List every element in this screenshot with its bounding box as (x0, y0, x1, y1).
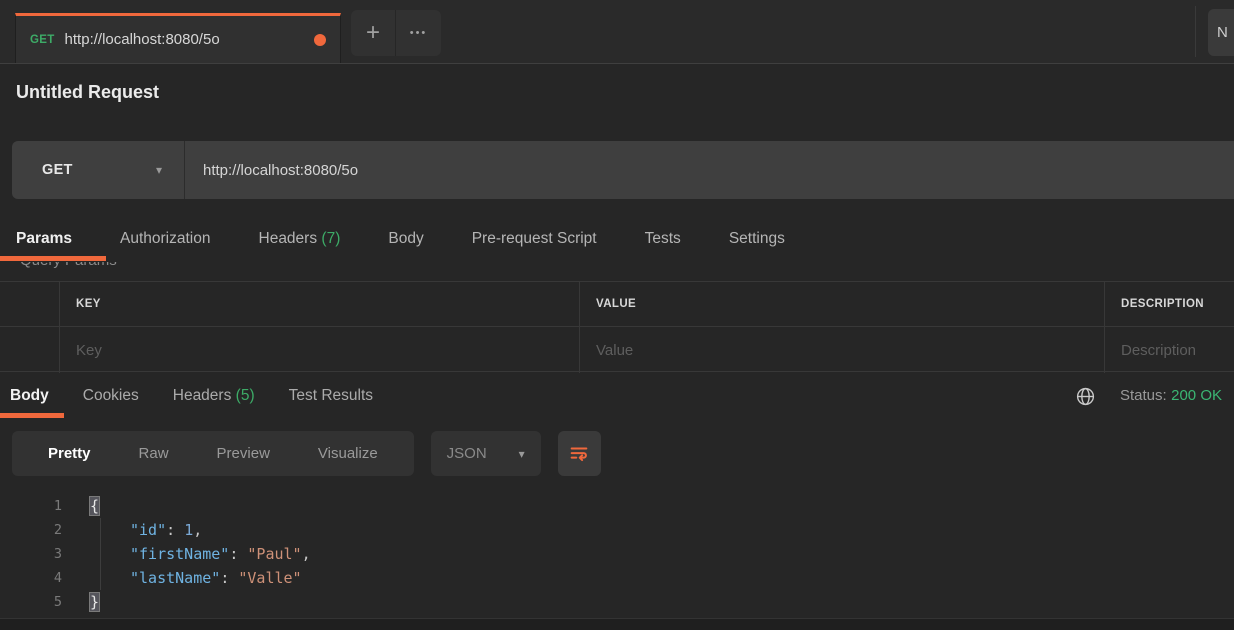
request-tab-active[interactable]: GET http://localhost:8080/5o (15, 13, 341, 63)
request-title[interactable]: Untitled Request (16, 82, 159, 103)
more-tabs-button[interactable]: ••• (396, 10, 441, 56)
query-params-label-clipped: Query Params (20, 262, 220, 271)
new-tab-button[interactable]: + (351, 10, 396, 56)
tab-body[interactable]: Body (388, 230, 423, 248)
response-toolbar: Pretty Raw Preview Visualize JSON ▾ (12, 431, 601, 476)
tab-title: http://localhost:8080/5o (65, 31, 306, 48)
response-tab-cookies[interactable]: Cookies (83, 387, 139, 405)
column-header-key: KEY (60, 282, 580, 326)
params-table-header-row: KEY VALUE DESCRIPTION (0, 282, 1234, 327)
tab-pre-request-script[interactable]: Pre-request Script (472, 230, 597, 248)
footer-strip (0, 618, 1234, 630)
active-tab-underline (0, 256, 106, 261)
status-value[interactable]: 200 OK (1171, 387, 1222, 404)
tab-strip: GET http://localhost:8080/5o + ••• N (0, 0, 1234, 64)
method-select-value: GET (42, 162, 73, 178)
format-select-value: JSON (447, 445, 487, 462)
tab-params[interactable]: Params (16, 230, 72, 248)
method-select[interactable]: GET ▾ (12, 141, 185, 199)
line-number: 2 (0, 518, 62, 542)
tab-method-label: GET (30, 34, 55, 46)
network-globe-icon[interactable] (1075, 386, 1096, 407)
key-input[interactable]: Key (60, 327, 580, 373)
view-preview-button[interactable]: Preview (217, 445, 270, 462)
status-label: Status: (1120, 387, 1167, 404)
code-line: 5 } (0, 590, 1234, 614)
response-bar: Body Cookies Headers (5) Test Results St… (0, 372, 1234, 420)
response-meta: Status: 200 OK (1075, 372, 1222, 420)
checkbox-gutter (0, 327, 60, 373)
line-number: 1 (0, 494, 62, 518)
response-tab-test-results[interactable]: Test Results (289, 387, 373, 405)
value-input[interactable]: Value (580, 327, 1105, 373)
unsaved-changes-dot-icon (314, 34, 326, 46)
column-header-value: VALUE (580, 282, 1105, 326)
response-view-switcher: Pretty Raw Preview Visualize (12, 431, 414, 476)
wrap-lines-button[interactable] (558, 431, 601, 476)
line-number: 3 (0, 542, 62, 566)
checkbox-gutter (0, 282, 60, 326)
url-input[interactable] (185, 141, 1234, 199)
chevron-down-icon: ▾ (156, 163, 162, 177)
chevron-down-icon: ▾ (519, 447, 525, 461)
request-tabs: Params Authorization Headers (7) Body Pr… (0, 216, 1234, 261)
code-line: 4 "lastName": "Valle" (0, 566, 1234, 590)
tab-headers[interactable]: Headers (7) (259, 230, 341, 248)
response-headers-count-badge: (5) (236, 387, 255, 404)
view-raw-button[interactable]: Raw (139, 445, 169, 462)
line-number: 5 (0, 590, 62, 614)
params-table-row: Key Value Description (0, 327, 1234, 373)
url-bar: GET ▾ (12, 141, 1234, 199)
text-wrap-icon (568, 443, 590, 465)
response-tab-headers[interactable]: Headers (5) (173, 387, 255, 405)
column-header-description: DESCRIPTION (1105, 282, 1234, 326)
tab-settings[interactable]: Settings (729, 230, 785, 248)
view-visualize-button[interactable]: Visualize (318, 445, 378, 462)
description-input[interactable]: Description (1105, 327, 1234, 373)
strip-divider (1195, 6, 1196, 57)
params-table: KEY VALUE DESCRIPTION Key Value Descript… (0, 281, 1234, 372)
code-line: 1 { (0, 494, 1234, 518)
tab-actions: + ••• (351, 10, 441, 56)
tab-tests[interactable]: Tests (645, 230, 681, 248)
format-select[interactable]: JSON ▾ (431, 431, 541, 476)
line-number: 4 (0, 566, 62, 590)
active-response-tab-underline (0, 413, 64, 418)
response-body-code[interactable]: 1 { 2 "id": 1, 3 "firstName": "Paul", 4 … (0, 488, 1234, 618)
tab-authorization[interactable]: Authorization (120, 230, 210, 248)
code-line: 3 "firstName": "Paul", (0, 542, 1234, 566)
environment-selector-clipped[interactable]: N (1208, 9, 1234, 56)
response-tabs: Body Cookies Headers (5) Test Results (0, 372, 1234, 420)
response-tab-body[interactable]: Body (10, 387, 49, 405)
code-line: 2 "id": 1, (0, 518, 1234, 542)
view-pretty-button[interactable]: Pretty (48, 445, 91, 462)
headers-count-badge: (7) (321, 230, 340, 247)
